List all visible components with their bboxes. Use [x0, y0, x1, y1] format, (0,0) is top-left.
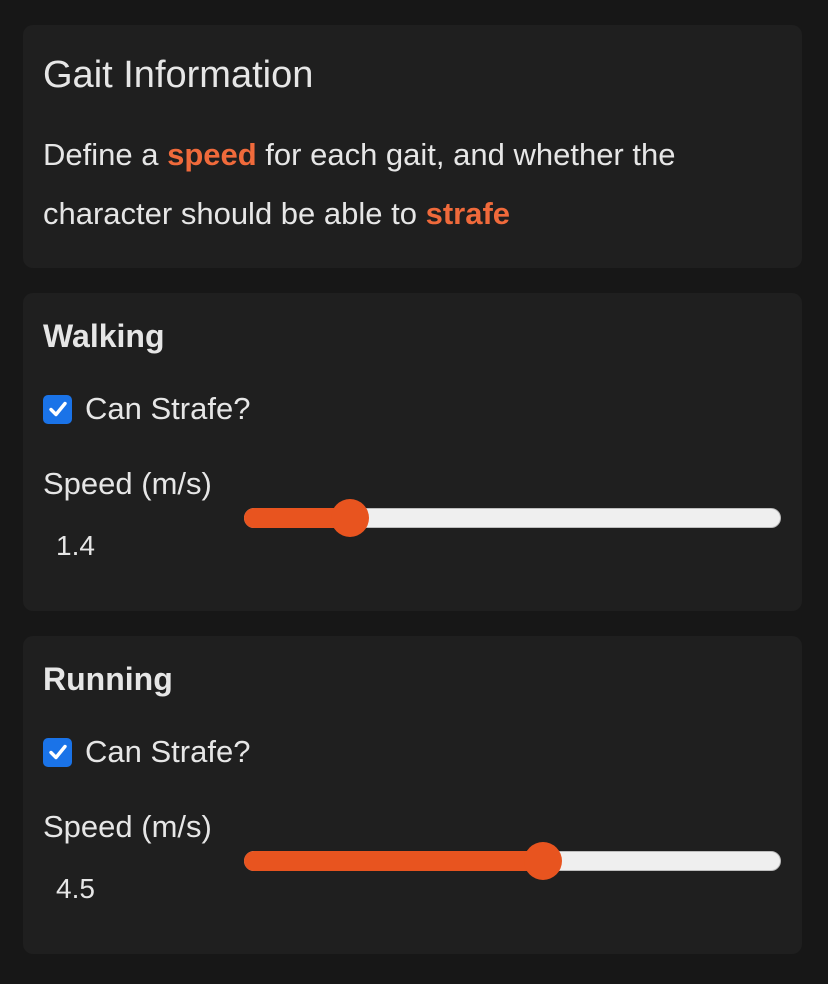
gait-info-title: Gait Information: [43, 54, 314, 96]
walking-strafe-checkbox[interactable]: [43, 394, 72, 424]
gait-info-description: Define a speed for each gait, and whethe…: [43, 125, 783, 243]
desc-accent-speed: speed: [167, 137, 257, 172]
walking-strafe-row[interactable]: Can Strafe?: [43, 391, 250, 427]
slider-fill: [244, 851, 543, 871]
checkmark-icon: [48, 744, 67, 760]
running-speed-value: 4.5: [56, 873, 95, 904]
running-strafe-label: Can Strafe?: [85, 734, 251, 769]
running-speed-slider[interactable]: [244, 842, 781, 880]
gait-info-card: Gait Information Define a speed for each…: [23, 25, 802, 268]
checkmark-icon: [48, 401, 67, 417]
walking-card: Walking Can Strafe? Speed (m/s) 1.4: [23, 293, 802, 611]
gait-settings-panel: Gait Information Define a speed for each…: [0, 0, 828, 984]
running-title: Running: [43, 661, 173, 697]
running-strafe-row[interactable]: Can Strafe?: [43, 734, 250, 770]
running-card: Running Can Strafe? Speed (m/s) 4.5: [23, 636, 802, 954]
walking-strafe-label: Can Strafe?: [85, 391, 251, 426]
desc-accent-strafe: strafe: [425, 196, 511, 231]
slider-thumb[interactable]: [331, 499, 369, 537]
walking-title: Walking: [43, 318, 165, 354]
running-strafe-checkbox[interactable]: [43, 737, 72, 767]
walking-speed-label: Speed (m/s): [43, 466, 212, 501]
walking-speed-slider[interactable]: [244, 499, 781, 537]
slider-thumb[interactable]: [524, 842, 562, 880]
desc-text-1: Define a: [43, 137, 168, 172]
walking-speed-value: 1.4: [56, 530, 95, 561]
running-speed-label: Speed (m/s): [43, 809, 212, 844]
